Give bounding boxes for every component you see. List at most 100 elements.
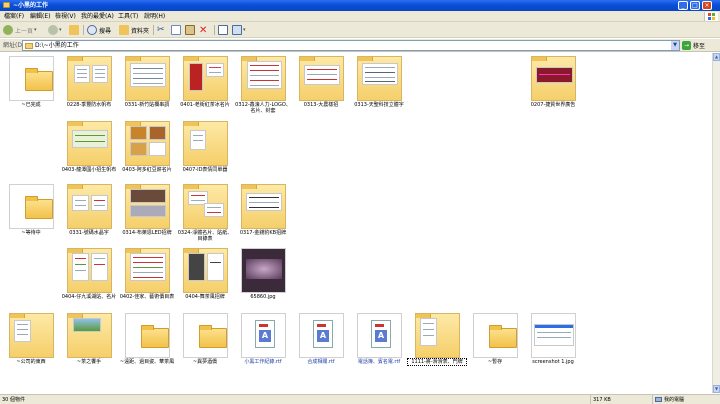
folder-item[interactable]: 0403-阿多紅豆餅名片 — [118, 121, 176, 185]
rtf-file-item[interactable]: 合成相關.rtf — [292, 313, 350, 377]
folder-item[interactable]: 0404-仔九溪湖貼、名片 — [60, 248, 118, 312]
image-preview — [130, 142, 147, 156]
search-button[interactable]: 搜尋 — [87, 24, 111, 36]
menu-help[interactable]: 說明(H) — [144, 12, 165, 21]
image-file-item[interactable]: 65860.jpg — [234, 248, 292, 312]
folder-icon — [25, 43, 33, 49]
copy-icon — [171, 25, 181, 35]
item-label: ~已完成 — [21, 102, 41, 108]
folder-item[interactable]: 0313-大農樣招 — [292, 56, 350, 120]
folder-item[interactable]: 1111-將-滑滑表、門牌 — [407, 313, 467, 377]
folder-thumbnail — [183, 56, 228, 101]
folder-item[interactable]: 0407-ID表情同單器 — [176, 121, 234, 185]
folder-thumbnail — [125, 56, 170, 101]
folder-item[interactable]: 0403-龍潭國小招生帆布 — [60, 121, 118, 185]
menu-favorites[interactable]: 我的最愛(A) — [81, 12, 114, 21]
document-preview — [130, 63, 166, 87]
item-label: 0403-阿多紅豆餅名片 — [122, 167, 172, 173]
item-label: 0331-新竹貼欄串調 — [124, 102, 170, 108]
address-dropdown-button[interactable]: ▼ — [671, 41, 679, 50]
folder-thumbnail — [67, 184, 112, 229]
folder-item[interactable]: ~茶之饗手 — [60, 313, 118, 377]
up-folder-button[interactable] — [69, 24, 79, 36]
properties-icon — [218, 25, 228, 35]
folder-item[interactable]: 0317-金錢豹KB招牌 — [234, 184, 292, 248]
document-preview — [246, 193, 282, 211]
views-button[interactable]: ▾ — [232, 24, 246, 36]
rtf-document-icon — [255, 320, 275, 348]
address-input[interactable]: D:\~小黑的工作 ▼ — [22, 40, 680, 51]
item-label: 0404-仔九溪湖貼、名片 — [61, 294, 117, 300]
back-button[interactable]: 上一頁 ▾ — [3, 24, 37, 36]
folder-item[interactable]: 0312-鑫濠人力-LOGO、名片、封套 — [234, 56, 292, 120]
folder-item[interactable]: 0207-捷質世界廣告 — [524, 56, 582, 120]
folder-item[interactable]: ~遠距、過目姿、華茶風 — [118, 313, 176, 377]
folder-item[interactable]: ~等待中 — [2, 184, 60, 248]
up-folder-icon — [69, 25, 79, 35]
scroll-down-icon[interactable]: ▼ — [713, 385, 720, 393]
document-preview — [72, 195, 89, 211]
item-label: 0404-舞茶風招牌 — [185, 294, 225, 300]
document-preview — [420, 318, 437, 346]
minimize-button[interactable]: _ — [678, 1, 688, 10]
folder-icon — [489, 325, 517, 348]
rtf-file-item[interactable]: 小黑工作紀錄.rtf — [234, 313, 292, 377]
vertical-scrollbar[interactable]: ▲ ▼ — [712, 53, 720, 393]
toolbar: 上一頁 ▾ ▾ 搜尋 資料夾 ✂ ✕ ▾ — [0, 22, 720, 38]
forward-button[interactable]: ▾ — [48, 24, 62, 36]
paste-button[interactable] — [185, 24, 195, 36]
item-label: 0228-季豐防水帆布 — [66, 102, 112, 108]
image-preview — [189, 63, 203, 91]
rtf-file-item[interactable]: 電話簿、賓名電.rtf — [350, 313, 408, 377]
document-preview — [247, 61, 282, 89]
file-thumbnail — [357, 313, 402, 358]
folder-item[interactable]: 0313-天聖科技立體字 — [350, 56, 408, 120]
properties-button[interactable] — [218, 24, 228, 36]
folder-item[interactable]: 0401-老街紅茶冰名片 — [176, 56, 234, 120]
item-label: 0313-天聖科技立體字 — [354, 102, 404, 108]
folder-item[interactable]: 0331-號碼水晶字 — [60, 184, 118, 248]
folder-icon — [25, 196, 53, 219]
total-size: 317 KB — [590, 395, 652, 404]
folder-icon — [199, 325, 227, 348]
folder-thumbnail — [67, 121, 112, 166]
item-label: 0312-鑫濠人力-LOGO、名片、封套 — [235, 102, 291, 114]
delete-button[interactable]: ✕ — [199, 24, 207, 36]
photo-icon — [246, 259, 282, 279]
folder-item[interactable]: ~暫存 — [466, 313, 524, 377]
delete-x-icon: ✕ — [199, 24, 208, 36]
cut-button[interactable]: ✂ — [157, 24, 165, 36]
folder-item[interactable]: 0228-季豐防水帆布 — [60, 56, 118, 120]
maximize-button[interactable]: □ — [690, 1, 700, 10]
folder-item[interactable]: ~已完成 — [2, 56, 60, 120]
folder-item[interactable]: 0402-佳家、藝術價目表 — [118, 248, 176, 312]
copy-button[interactable] — [171, 24, 181, 36]
chevron-down-icon: ▾ — [34, 27, 37, 33]
title-bar: ~小黑的工作 _ □ × — [0, 0, 720, 11]
item-label: 0324-淨體名片、貼紙、目錄表 — [177, 230, 233, 242]
menu-view[interactable]: 檢視(V) — [55, 12, 76, 21]
folders-button[interactable]: 資料夾 — [119, 24, 149, 36]
views-icon — [232, 25, 242, 35]
folder-item[interactable]: 0404-舞茶風招牌 — [176, 248, 234, 312]
folder-item[interactable]: ~公司的東西 — [2, 313, 60, 377]
windows-logo-icon — [704, 12, 718, 21]
go-button[interactable]: → 移至 — [682, 40, 718, 51]
menu-edit[interactable]: 編輯(E) — [30, 12, 50, 21]
item-label: 0403-龍潭國小招生帆布 — [61, 167, 117, 173]
paste-icon — [185, 25, 195, 35]
menu-tools[interactable]: 工具(T) — [118, 12, 138, 21]
folder-item[interactable]: ~異夢酒僑 — [176, 313, 234, 377]
close-button[interactable]: × — [702, 1, 712, 10]
image-file-item[interactable]: screenshot 1.jpg — [524, 313, 582, 377]
folder-item[interactable]: 0331-新竹貼欄串調 — [118, 56, 176, 120]
folder-item[interactable]: 0314-布萊恩LED招牌 — [118, 184, 176, 248]
image-preview — [73, 318, 101, 332]
menu-file[interactable]: 檔案(F) — [4, 12, 24, 21]
scroll-up-icon[interactable]: ▲ — [713, 53, 720, 61]
toolbar-divider — [83, 25, 84, 35]
toolbar-divider — [153, 25, 154, 35]
item-label: 合成相關.rtf — [307, 359, 335, 365]
image-preview — [149, 126, 166, 140]
folder-item[interactable]: 0324-淨體名片、貼紙、目錄表 — [176, 184, 234, 248]
